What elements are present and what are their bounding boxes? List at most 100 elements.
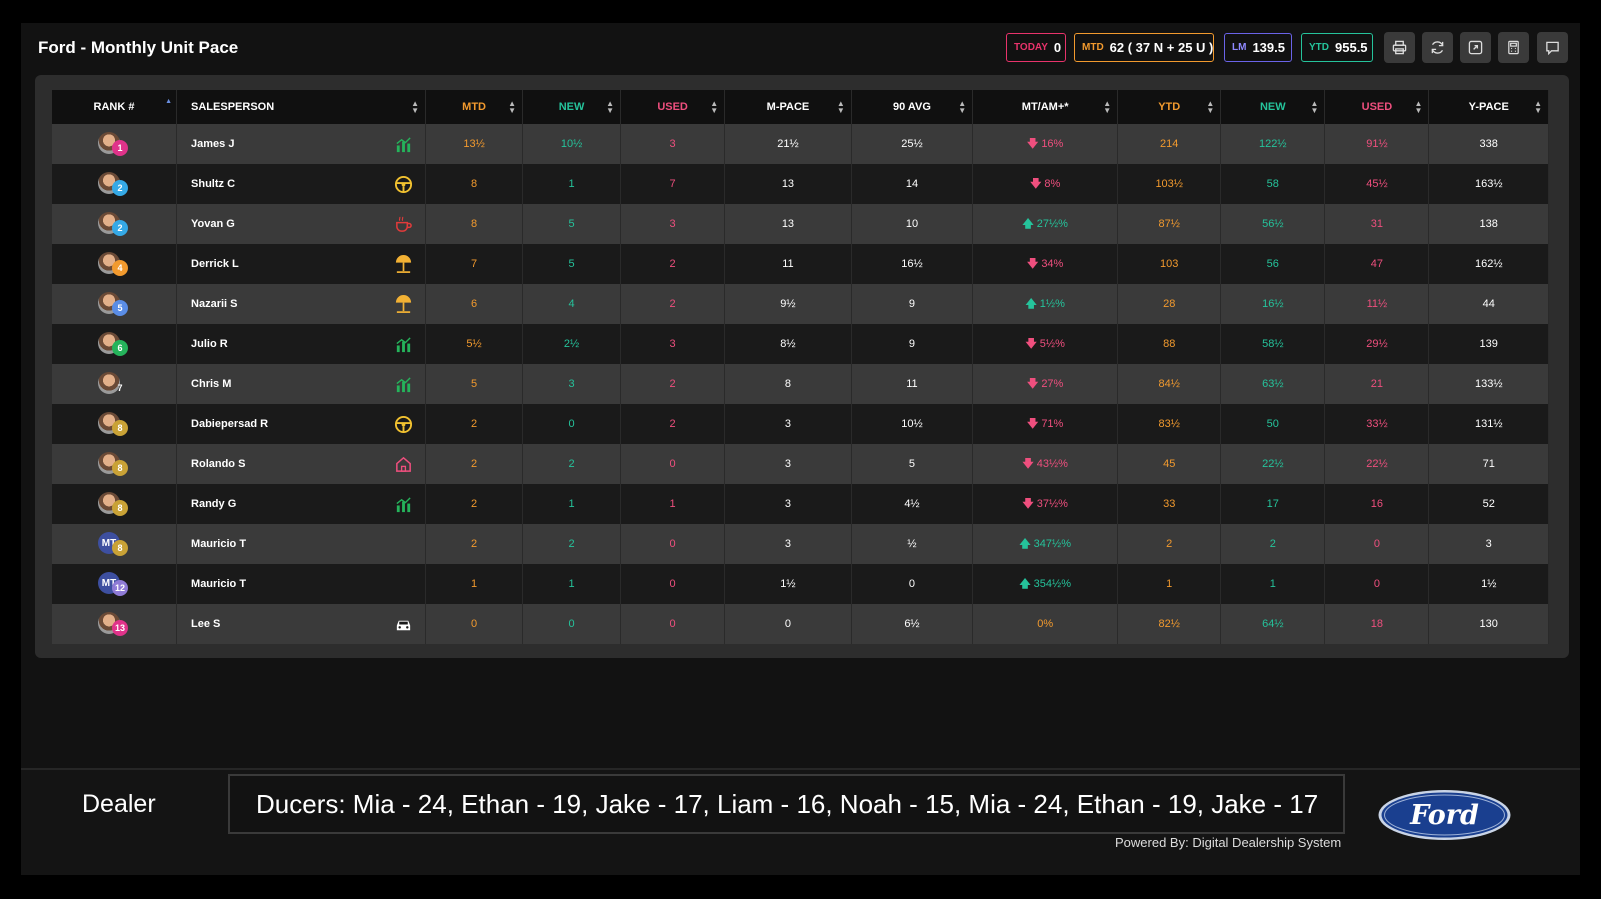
refresh-button[interactable] (1422, 32, 1453, 63)
salesperson-name[interactable]: Lee S (191, 618, 220, 630)
sort-icon: ▲ ▼ (1206, 99, 1215, 115)
yused-cell: 33½ (1324, 404, 1430, 444)
footer-bar: Dealer Ducers: Mia - 24, Ethan - 19, Jak… (21, 768, 1580, 875)
arrow-down-icon: 🡇 (1027, 416, 1039, 430)
salesperson-name[interactable]: James J (191, 138, 234, 150)
rank-badge: 5 (112, 300, 129, 316)
salesperson-name[interactable]: Nazarii S (191, 298, 237, 310)
mtd-cell: 5 (425, 364, 524, 404)
ytd-cell: 103 (1117, 244, 1222, 284)
top-bar: Ford - Monthly Unit Pace TODAY 0 MTD 62 … (21, 23, 1580, 73)
sort-icon: ▲ ▼ (1414, 99, 1423, 115)
yused-cell: 0 (1324, 524, 1430, 564)
table-row[interactable]: 2 Yovan G 8 5 3 13 10 🡅 27½% 87½ 56½ 31 138 (52, 204, 1549, 244)
table-row[interactable]: 13 Lee S 0 0 0 0 6½ 0% 82½ 64½ 18 130 (52, 604, 1549, 644)
mtam-cell: 🡇 43½% (972, 444, 1119, 484)
lm-stat-badge: LM 139.5 (1224, 33, 1292, 62)
avg90-cell: 14 (851, 164, 974, 204)
used-cell: 3 (620, 204, 726, 244)
table-row[interactable]: 8 Dabiepersad R 2 0 2 3 10½ 🡇 71% 83½ 50 33½ 131½ (52, 404, 1549, 444)
avg90-cell: 25½ (851, 124, 974, 164)
salesperson-name[interactable]: Julio R (191, 338, 228, 350)
ticker-text: Ducers: Mia - 24, Ethan - 19, Jake - 17,… (256, 788, 1319, 819)
table-row[interactable]: 1 James J 13½ 10½ 3 21½ 25½ 🡇 16% 214 122½ 91½ 338 (52, 124, 1549, 164)
salesperson-name[interactable]: Mauricio T (191, 538, 246, 550)
ynew-cell: 56 (1220, 244, 1326, 284)
mtam-value: 34% (1041, 257, 1064, 270)
mtam-value: 8% (1044, 177, 1061, 190)
ypace-cell: 131½ (1428, 404, 1549, 444)
ypace-cell: 44 (1428, 284, 1549, 324)
new-cell: 1 (522, 564, 622, 604)
used-cell: 2 (620, 244, 726, 284)
calculator-button[interactable] (1498, 32, 1529, 63)
table-row[interactable]: MT 12 Mauricio T 1 1 0 1½ 0 🡅 354½% 1 1 0 1½ (52, 564, 1549, 604)
mtam-cell: 🡅 27½% (972, 204, 1119, 244)
column-header-salesperson[interactable]: SALESPERSON ▲ ▼ (176, 90, 427, 124)
mtd-cell: 2 (425, 524, 524, 564)
ypace-cell: 1½ (1428, 564, 1549, 604)
mpace-cell: 8 (724, 364, 852, 404)
fullscreen-button[interactable] (1460, 32, 1491, 63)
column-header-ypace[interactable]: Y-PACE ▲ ▼ (1428, 90, 1549, 124)
salesperson-name[interactable]: Derrick L (191, 258, 239, 270)
new-cell: 4 (522, 284, 622, 324)
used-cell: 3 (620, 324, 726, 364)
column-header-ynew[interactable]: NEW ▲ ▼ (1220, 90, 1326, 124)
column-header-mpace[interactable]: M-PACE ▲ ▼ (724, 90, 852, 124)
rank-cell: 8 (52, 484, 178, 524)
steering-wheel-icon (394, 175, 413, 194)
ytd-cell: 45 (1117, 444, 1222, 484)
salesperson-name[interactable]: Rolando S (191, 458, 245, 470)
salesperson-name[interactable]: Yovan G (191, 218, 235, 230)
table-row[interactable]: 7 Chris M 5 3 2 8 11 🡇 27% 84½ 63½ 21 133½ (52, 364, 1549, 404)
arrow-down-icon: 🡇 (1030, 176, 1042, 190)
avg90-cell: 10½ (851, 404, 974, 444)
salesperson-name[interactable]: Randy G (191, 498, 236, 510)
salesperson-name[interactable]: Shultz C (191, 178, 235, 190)
table-row[interactable]: 8 Randy G 2 1 1 3 4½ 🡇 37½% 33 17 16 52 (52, 484, 1549, 524)
yused-cell: 0 (1324, 564, 1430, 604)
arrow-down-icon: 🡇 (1022, 456, 1034, 470)
salesperson-name[interactable]: Chris M (191, 378, 231, 390)
used-cell: 2 (620, 364, 726, 404)
mtd-cell: 1 (425, 564, 524, 604)
ynew-cell: 22½ (1220, 444, 1326, 484)
table-row[interactable]: 8 Rolando S 2 2 0 3 5 🡇 43½% 45 22½ 22½ 71 (52, 444, 1549, 484)
chat-button[interactable] (1537, 32, 1568, 63)
column-header-mtd[interactable]: MTD ▲ ▼ (425, 90, 524, 124)
column-header-label: YTD (1158, 101, 1181, 113)
table-row[interactable]: 2 Shultz C 8 1 7 13 14 🡇 8% 103½ 58 45½ 163½ (52, 164, 1549, 204)
rank-badge: 2 (112, 180, 129, 196)
column-header-new[interactable]: NEW ▲ ▼ (522, 90, 622, 124)
sort-ascending-icon: ▲ (165, 98, 173, 105)
mtd-cell: 5½ (425, 324, 524, 364)
column-header-label: USED (657, 101, 688, 113)
column-header-used[interactable]: USED ▲ ▼ (620, 90, 726, 124)
table-row[interactable]: MT 8 Mauricio T 2 2 0 3 ½ 🡅 347½% 2 2 0 3 (52, 524, 1549, 564)
expand-icon (1468, 40, 1483, 55)
salesperson-name[interactable]: Dabiepersad R (191, 418, 268, 430)
print-button[interactable] (1384, 32, 1415, 63)
lm-stat-value: 139.5 (1252, 40, 1285, 55)
column-header-rank[interactable]: RANK # ▲ (52, 90, 178, 124)
ynew-cell: 2 (1220, 524, 1326, 564)
table-row[interactable]: 4 Derrick L 7 5 2 11 16½ 🡇 34% 103 56 47 162½ (52, 244, 1549, 284)
salesperson-name[interactable]: Mauricio T (191, 578, 246, 590)
column-header-mtam[interactable]: MT/AM+* ▲ ▼ (972, 90, 1119, 124)
table-row[interactable]: 5 Nazarii S 6 4 2 9½ 9 🡅 1½% 28 16½ 11½ 44 (52, 284, 1549, 324)
column-header-ytd[interactable]: YTD ▲ ▼ (1117, 90, 1222, 124)
new-cell: 2 (522, 444, 622, 484)
sort-icon: ▲ ▼ (710, 99, 719, 115)
sort-icon: ▲ ▼ (508, 99, 517, 115)
column-header-yused[interactable]: USED ▲ ▼ (1324, 90, 1430, 124)
table-row[interactable]: 6 Julio R 5½ 2½ 3 8½ 9 🡇 5½% 88 58½ 29½ 139 (52, 324, 1549, 364)
arrow-down-icon: 🡇 (1022, 496, 1034, 510)
ynew-cell: 17 (1220, 484, 1326, 524)
mpace-cell: 3 (724, 524, 852, 564)
mpace-cell: 21½ (724, 124, 852, 164)
today-stat-value: 0 (1053, 40, 1062, 55)
ytd-cell: 87½ (1117, 204, 1222, 244)
column-header-avg90[interactable]: 90 AVG ▲ ▼ (851, 90, 974, 124)
ynew-cell: 63½ (1220, 364, 1326, 404)
